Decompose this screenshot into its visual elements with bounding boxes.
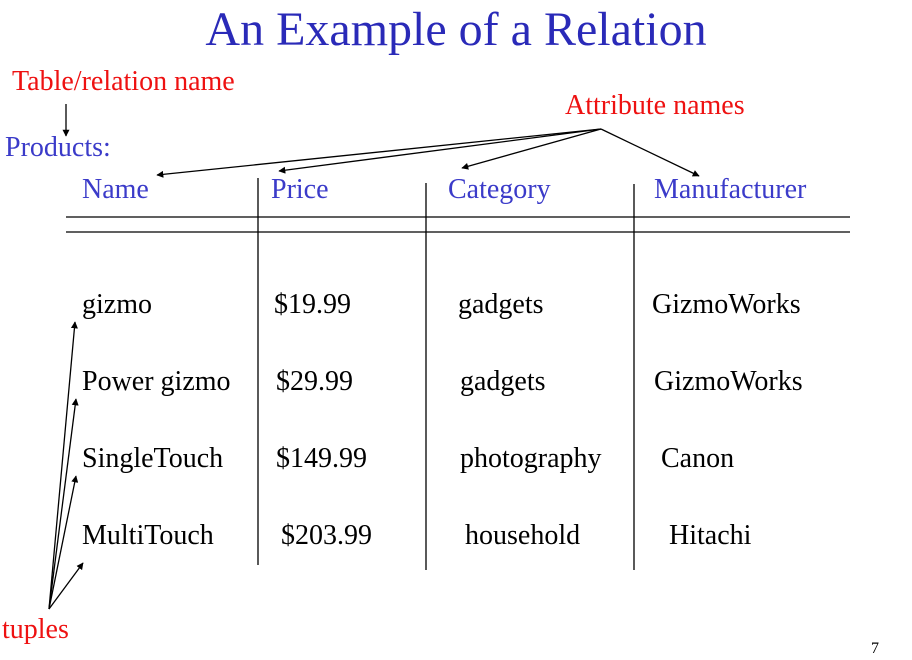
table-grid-lines xyxy=(66,178,850,570)
attribute-arrows xyxy=(156,128,700,178)
tuple-arrows xyxy=(48,321,84,610)
diagram-lines xyxy=(48,104,850,610)
